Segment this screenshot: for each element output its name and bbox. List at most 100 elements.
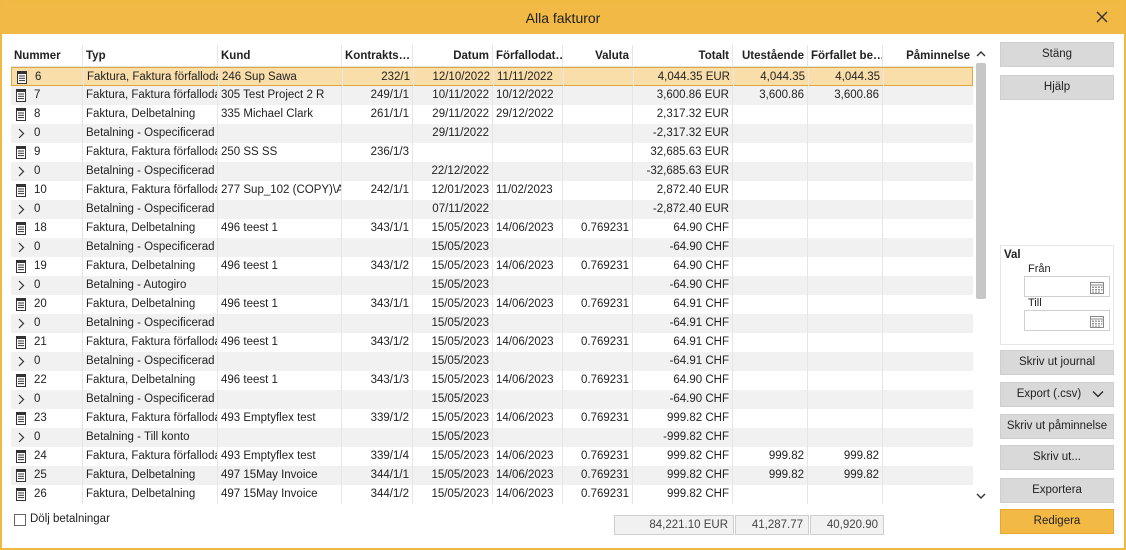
cell-kontrakt [342,124,413,143]
cell-totalt: -999.82 CHF [633,428,733,447]
chevron-right-icon[interactable] [15,203,27,216]
cell-paminnelse [883,219,973,238]
column-header-paminnelse[interactable]: Påminnelse [883,45,973,67]
from-date-input[interactable] [1025,277,1089,296]
cell-forfallodatum: 14/06/2023 [493,371,563,390]
table-row[interactable]: 0 Betalning - Ospecificerad 22/12/2022 -32,… [11,162,973,181]
cell-forfallodatum: 14/06/2023 [493,447,563,466]
scrollbar-track[interactable] [976,63,986,487]
export-csv-dropdown[interactable]: Export (.csv) [1000,382,1114,407]
column-header-nummer[interactable]: Nummer [11,45,83,67]
hide-payments-checkbox[interactable] [14,514,26,526]
column-header-forfallet[interactable]: Förfallet be… [808,45,883,67]
table-row[interactable]: 26 Faktura, Delbetalning 497 15May Invoice… [11,485,973,504]
table-row[interactable]: 18 Faktura, Delbetalning 496 teest 1 343/1/… [11,219,973,238]
cell-paminnelse [883,124,973,143]
cell-valuta [563,124,633,143]
cell-typ: Faktura, Delbetalning [83,257,218,276]
invoice-icon [16,108,26,121]
table-row[interactable]: 0 Betalning - Ospecificerad 15/05/2023 -64.… [11,390,973,409]
cell-utestaende [733,143,808,162]
column-header-totalt[interactable]: Totalt [633,45,733,67]
cell-totalt: -64.90 CHF [633,238,733,257]
cell-utestaende [733,219,808,238]
from-label: Från [1028,263,1051,275]
table-row[interactable]: 0 Betalning - Autogiro 15/05/2023 -64.90 CH… [11,276,973,295]
column-header-kontrakt[interactable]: Kontrakts… [342,45,413,67]
cell-kontrakt [342,352,413,371]
cell-kund [218,238,342,257]
print-journal-button[interactable]: Skriv ut journal [1000,350,1114,375]
cell-forfallodatum: 14/06/2023 [493,485,563,504]
column-header-datum[interactable]: Datum [413,45,493,67]
scroll-down-icon[interactable] [973,489,989,503]
table-row[interactable]: 10 Faktura, Faktura förfallodag 277 Sup_10… [11,181,973,200]
chevron-right-icon[interactable] [15,165,27,178]
cell-forfallodatum [493,314,563,333]
edit-button[interactable]: Redigera [1000,509,1114,534]
cell-paminnelse [883,295,973,314]
column-header-kund[interactable]: Kund [218,45,342,67]
calendar-icon[interactable] [1090,281,1104,294]
scrollbar-thumb[interactable] [976,63,986,299]
total-outstanding: 41,287.77 [735,515,809,535]
cell-kontrakt: 343/1/2 [342,257,413,276]
cell-kontrakt [342,276,413,295]
table-row[interactable]: 0 Betalning - Ospecificerad 29/11/2022 -2,3… [11,124,973,143]
table-row[interactable]: 7 Faktura, Faktura förfallodag 305 Test Pr… [11,86,973,105]
close-icon[interactable] [1092,7,1112,27]
chevron-right-icon[interactable] [15,431,27,444]
cell-valuta [563,352,633,371]
table-row[interactable]: 21 Faktura, Faktura förfallodag 496 teest … [11,333,973,352]
cell-datum: 15/05/2023 [413,371,493,390]
chevron-right-icon[interactable] [15,355,27,368]
chevron-right-icon[interactable] [15,317,27,330]
table-row[interactable]: 0 Betalning - Ospecificerad 15/05/2023 -64.… [11,238,973,257]
cell-paminnelse [883,200,973,219]
cell-typ: Betalning - Ospecificerad [83,390,218,409]
table-row[interactable]: 0 Betalning - Ospecificerad 15/05/2023 -64.… [11,314,973,333]
close-button[interactable]: Stäng [1000,42,1114,67]
to-date-field[interactable] [1024,310,1110,331]
column-header-valuta[interactable]: Valuta [563,45,633,67]
chevron-right-icon[interactable] [15,279,27,292]
invoice-icon [16,222,26,235]
cell-paminnelse [884,68,973,87]
table-row[interactable]: 6 Faktura, Faktura förfallodag 246 Sup Saw… [11,67,973,87]
from-date-field[interactable] [1024,276,1110,297]
column-header-forfallodatum[interactable]: Förfallodat… [493,45,563,67]
column-header-utestaende[interactable]: Utestående [733,45,808,67]
table-row[interactable]: 20 Faktura, Delbetalning 496 teest 1 343/1/… [11,295,973,314]
calendar-icon[interactable] [1090,315,1104,328]
cell-typ: Faktura, Faktura förfallodag [83,181,218,200]
to-date-input[interactable] [1025,311,1089,330]
print-button[interactable]: Skriv ut... [1000,445,1114,470]
export-button[interactable]: Exportera [1000,478,1114,503]
table-row[interactable]: 9 Faktura, Faktura förfallodag 250 SS SS 23… [11,143,973,162]
chevron-right-icon[interactable] [15,241,27,254]
cell-kund: 246 Sup Sawa [219,68,343,87]
cell-kund: 496 teest 1 [218,257,342,276]
table-row[interactable]: 0 Betalning - Till konto 15/05/2023 -999.82… [11,428,973,447]
table-row[interactable]: 25 Faktura, Delbetalning 497 15May Invoice… [11,466,973,485]
help-button[interactable]: Hjälp [1000,75,1114,100]
table-row[interactable]: 23 Faktura, Faktura förfallodag 493 Emptyf… [11,409,973,428]
column-header-typ[interactable]: Typ [83,45,218,67]
chevron-right-icon[interactable] [15,393,27,406]
table-row[interactable]: 19 Faktura, Delbetalning 496 teest 1 343/1/… [11,257,973,276]
table-row[interactable]: 24 Faktura, Faktura förfallodag 493 Emptyf… [11,447,973,466]
table-row[interactable]: 0 Betalning - Ospecificerad 15/05/2023 -64.… [11,352,973,371]
table-row[interactable]: 8 Faktura, Delbetalning 335 Michael Clark 2… [11,105,973,124]
cell-totalt: 999.82 CHF [633,447,733,466]
scroll-up-icon[interactable] [973,47,989,61]
cell-forfallodatum [493,200,563,219]
cell-kund: 496 teest 1 [218,219,342,238]
vertical-scrollbar[interactable] [973,45,989,505]
print-reminder-button[interactable]: Skriv ut påminnelse [1000,414,1114,439]
table-row[interactable]: 0 Betalning - Ospecificerad 07/11/2022 -2,8… [11,200,973,219]
cell-utestaende [733,200,808,219]
chevron-right-icon[interactable] [15,127,27,140]
table-row[interactable]: 22 Faktura, Delbetalning 496 teest 1 343/1/… [11,371,973,390]
table-body: 6 Faktura, Faktura förfallodag 246 Sup Saw… [11,67,973,505]
cell-forfallet [808,409,883,428]
